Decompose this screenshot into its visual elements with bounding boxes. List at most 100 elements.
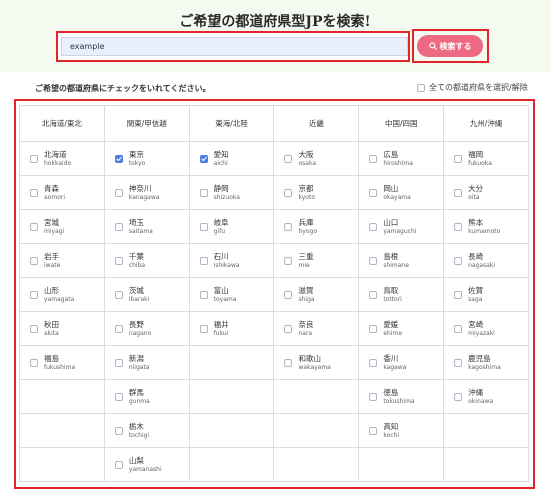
prefecture-aichi[interactable]: 愛知 aichi [199, 142, 229, 175]
checkbox-wakayama[interactable] [284, 358, 293, 367]
checkbox-ishikawa[interactable] [199, 256, 208, 265]
checkbox-iwate[interactable] [30, 256, 38, 265]
prefecture-saga[interactable]: 佐賀 saga [454, 278, 483, 311]
prefecture-fukushima[interactable]: 福島 fukushima [30, 346, 75, 379]
prefecture-osaka[interactable]: 大阪 osaka [284, 142, 316, 175]
checkbox-shiga[interactable] [284, 290, 293, 299]
prefecture-kagawa[interactable]: 香川 kagawa [369, 346, 406, 379]
checkbox-miyagi[interactable] [30, 222, 38, 231]
prefecture-kumamoto[interactable]: 熊本 kumamoto [454, 210, 500, 243]
checkbox-aomori[interactable] [30, 188, 38, 197]
checkbox-aichi[interactable] [199, 154, 208, 163]
checkbox-fukuoka[interactable] [454, 154, 463, 163]
checkbox-tottori[interactable] [369, 290, 378, 299]
prefecture-yamanashi[interactable]: 山梨 yamanashi [114, 448, 162, 481]
search-input[interactable] [61, 37, 408, 56]
checkbox-nara[interactable] [284, 324, 293, 333]
checkbox-yamaguchi[interactable] [369, 222, 378, 231]
prefecture-miyazaki[interactable]: 宮崎 miyazaki [454, 312, 495, 345]
checkbox-fukushima[interactable] [30, 358, 38, 367]
prefecture-jp: 兵庫 [298, 217, 314, 227]
prefecture-shizuoka[interactable]: 静岡 shizuoka [199, 176, 240, 209]
checkbox-kochi[interactable] [369, 426, 378, 435]
prefecture-tokyo[interactable]: 東京 tokyo [114, 142, 145, 175]
prefecture-saitama[interactable]: 埼玉 saitama [114, 210, 153, 243]
checkbox-fukui[interactable] [199, 324, 208, 333]
checkbox-ehime[interactable] [369, 324, 378, 333]
checkbox-yamagata[interactable] [30, 290, 38, 299]
checkbox-kagoshima[interactable] [454, 358, 463, 367]
checkbox-oita[interactable] [454, 188, 463, 197]
prefecture-nara[interactable]: 奈良 nara [284, 312, 313, 345]
checkbox-miyazaki[interactable] [454, 324, 463, 333]
checkbox-kumamoto[interactable] [454, 222, 463, 231]
checkbox-kagawa[interactable] [369, 358, 378, 367]
checkbox-chiba[interactable] [114, 256, 123, 265]
checkbox-gifu[interactable] [199, 222, 208, 231]
prefecture-ibaraki[interactable]: 茨城 ibaraki [114, 278, 149, 311]
prefecture-oita[interactable]: 大分 oita [454, 176, 483, 209]
prefecture-hokkaido[interactable]: 北海道 hokkaido [30, 142, 71, 175]
checkbox-kyoto[interactable] [284, 188, 293, 197]
prefecture-iwate[interactable]: 岩手 iwate [30, 244, 60, 277]
prefecture-nagasaki[interactable]: 長崎 nagasaki [454, 244, 495, 277]
checkbox-tokyo[interactable] [114, 154, 123, 163]
checkbox-hyogo[interactable] [284, 222, 293, 231]
checkbox-saga[interactable] [454, 290, 463, 299]
prefecture-hyogo[interactable]: 兵庫 hyogo [284, 210, 317, 243]
checkbox-shizuoka[interactable] [199, 188, 208, 197]
prefecture-miyagi[interactable]: 宮城 miyagi [30, 210, 64, 243]
checkbox-okinawa[interactable] [454, 392, 463, 401]
checkbox-gunma[interactable] [114, 392, 123, 401]
prefecture-nagano[interactable]: 長野 nagano [114, 312, 151, 345]
prefecture-wakayama[interactable]: 和歌山 wakayama [284, 346, 331, 379]
prefecture-romaji: fukui [213, 329, 229, 337]
checkbox-akita[interactable] [30, 324, 38, 333]
checkbox-tochigi[interactable] [114, 426, 123, 435]
checkbox-shimane[interactable] [369, 256, 378, 265]
prefecture-tokushima[interactable]: 徳島 tokushima [369, 380, 415, 413]
prefecture-toyama[interactable]: 富山 toyama [199, 278, 236, 311]
select-all-toggle[interactable]: 全ての都道府県を選択/解除 [417, 82, 528, 93]
prefecture-akita[interactable]: 秋田 akita [30, 312, 59, 345]
prefecture-kochi[interactable]: 高知 kochi [369, 414, 399, 447]
prefecture-mie[interactable]: 三重 mie [284, 244, 313, 277]
checkbox-okayama[interactable] [369, 188, 378, 197]
prefecture-tochigi[interactable]: 栃木 tochigi [114, 414, 149, 447]
checkbox-mie[interactable] [284, 256, 293, 265]
prefecture-shiga[interactable]: 滋賀 shiga [284, 278, 315, 311]
prefecture-yamagata[interactable]: 山形 yamagata [30, 278, 74, 311]
prefecture-okinawa[interactable]: 沖縄 okinawa [454, 380, 493, 413]
prefecture-tottori[interactable]: 鳥取 tottori [369, 278, 402, 311]
prefecture-fukui[interactable]: 福井 fukui [199, 312, 229, 345]
checkbox-ibaraki[interactable] [114, 290, 123, 299]
checkbox-toyama[interactable] [199, 290, 208, 299]
search-button[interactable]: 検索する [417, 35, 483, 57]
checkbox-hokkaido[interactable] [30, 154, 38, 163]
prefecture-fukuoka[interactable]: 福岡 fukuoka [454, 142, 492, 175]
prefecture-aomori[interactable]: 青森 aomori [30, 176, 65, 209]
checkbox-niigata[interactable] [114, 358, 123, 367]
prefecture-ehime[interactable]: 愛媛 ehime [369, 312, 402, 345]
checkbox-nagano[interactable] [114, 324, 123, 333]
prefecture-okayama[interactable]: 岡山 okayama [369, 176, 411, 209]
prefecture-chiba[interactable]: 千葉 chiba [114, 244, 145, 277]
checkbox-yamanashi[interactable] [114, 460, 123, 469]
select-all-checkbox[interactable] [417, 83, 425, 92]
checkbox-kanagawa[interactable] [114, 188, 123, 197]
prefecture-kanagawa[interactable]: 神奈川 kanagawa [114, 176, 159, 209]
prefecture-kagoshima[interactable]: 鹿児島 kagoshima [454, 346, 501, 379]
prefecture-gunma[interactable]: 群馬 gunma [114, 380, 150, 413]
checkbox-tokushima[interactable] [369, 392, 378, 401]
prefecture-shimane[interactable]: 島根 shimane [369, 244, 409, 277]
prefecture-hiroshima[interactable]: 広島 hiroshima [369, 142, 413, 175]
prefecture-yamaguchi[interactable]: 山口 yamaguchi [369, 210, 416, 243]
checkbox-nagasaki[interactable] [454, 256, 463, 265]
prefecture-ishikawa[interactable]: 石川 ishikawa [199, 244, 240, 277]
prefecture-gifu[interactable]: 岐阜 gifu [199, 210, 229, 243]
checkbox-saitama[interactable] [114, 222, 123, 231]
checkbox-hiroshima[interactable] [369, 154, 378, 163]
checkbox-osaka[interactable] [284, 154, 293, 163]
prefecture-kyoto[interactable]: 京都 kyoto [284, 176, 315, 209]
prefecture-niigata[interactable]: 新潟 niigata [114, 346, 149, 379]
